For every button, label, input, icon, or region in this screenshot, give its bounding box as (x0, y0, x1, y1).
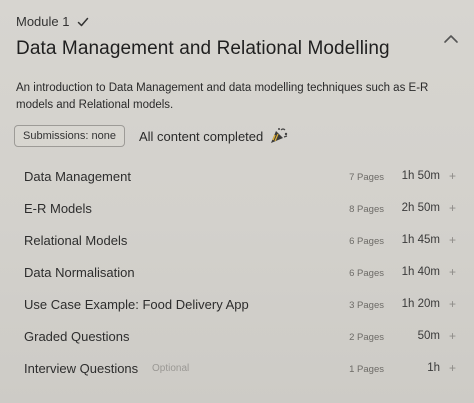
expand-plus-icon[interactable]: + (449, 361, 456, 375)
module-title: Data Management and Relational Modelling (16, 38, 390, 59)
module-description: An introduction to Data Management and d… (16, 82, 429, 111)
item-duration: 2h 50m (401, 202, 440, 214)
expand-plus-icon[interactable]: + (449, 201, 456, 215)
item-title: Use Case Example: Food Delivery App (24, 297, 249, 312)
item-title: Data Normalisation (24, 265, 135, 280)
item-duration: 50m (417, 330, 440, 342)
item-pages: 6 Pages (349, 236, 384, 247)
item-pages: 3 Pages (349, 300, 384, 311)
module-number: Module 1 (16, 14, 70, 29)
item-duration: 1h 45m (401, 234, 440, 246)
list-item[interactable]: Graded Questions 2 Pages 50m + (0, 320, 474, 352)
status-row: Submissions: none All content completed (14, 125, 289, 147)
expand-plus-icon[interactable]: + (449, 297, 456, 311)
optional-badge: Optional (152, 363, 190, 374)
module-items-list: Data Management 7 Pages 1h 50m + E-R Mod… (0, 160, 474, 384)
item-title: Relational Models (24, 233, 128, 248)
list-item[interactable]: Use Case Example: Food Delivery App 3 Pa… (0, 288, 474, 320)
item-pages: 7 Pages (349, 172, 384, 183)
list-item[interactable]: Data Normalisation 6 Pages 1h 40m + (0, 256, 474, 288)
expand-plus-icon[interactable]: + (449, 265, 456, 279)
item-title: E-R Models (24, 201, 92, 216)
list-item[interactable]: Relational Models 6 Pages 1h 45m + (0, 224, 474, 256)
item-title: Data Management (24, 169, 131, 184)
list-item[interactable]: Interview Questions Optional 1 Pages 1h … (0, 352, 474, 384)
item-pages: 6 Pages (349, 268, 384, 279)
list-item[interactable]: Data Management 7 Pages 1h 50m + (0, 160, 474, 192)
item-pages: 8 Pages (349, 204, 384, 215)
item-duration: 1h (427, 362, 440, 374)
check-icon (78, 17, 89, 26)
list-item[interactable]: E-R Models 8 Pages 2h 50m + (0, 192, 474, 224)
item-duration: 1h 40m (401, 266, 440, 278)
submissions-badge: Submissions: none (14, 125, 125, 147)
expand-plus-icon[interactable]: + (449, 329, 456, 343)
module-card: Module 1 Data Management and Relational … (0, 0, 474, 403)
item-duration: 1h 20m (401, 298, 440, 310)
chevron-up-icon[interactable] (440, 30, 462, 48)
item-pages: 2 Pages (349, 332, 384, 343)
expand-plus-icon[interactable]: + (449, 169, 456, 183)
item-pages: 1 Pages (349, 364, 384, 375)
completion-status: All content completed (139, 127, 289, 145)
module-label: Module 1 (16, 14, 89, 29)
completion-text: All content completed (138, 128, 264, 144)
item-title: Graded Questions (24, 329, 130, 344)
item-title: Interview Questions (24, 361, 139, 376)
expand-plus-icon[interactable]: + (449, 233, 456, 247)
party-popper-icon (271, 128, 288, 143)
item-duration: 1h 50m (401, 170, 440, 182)
